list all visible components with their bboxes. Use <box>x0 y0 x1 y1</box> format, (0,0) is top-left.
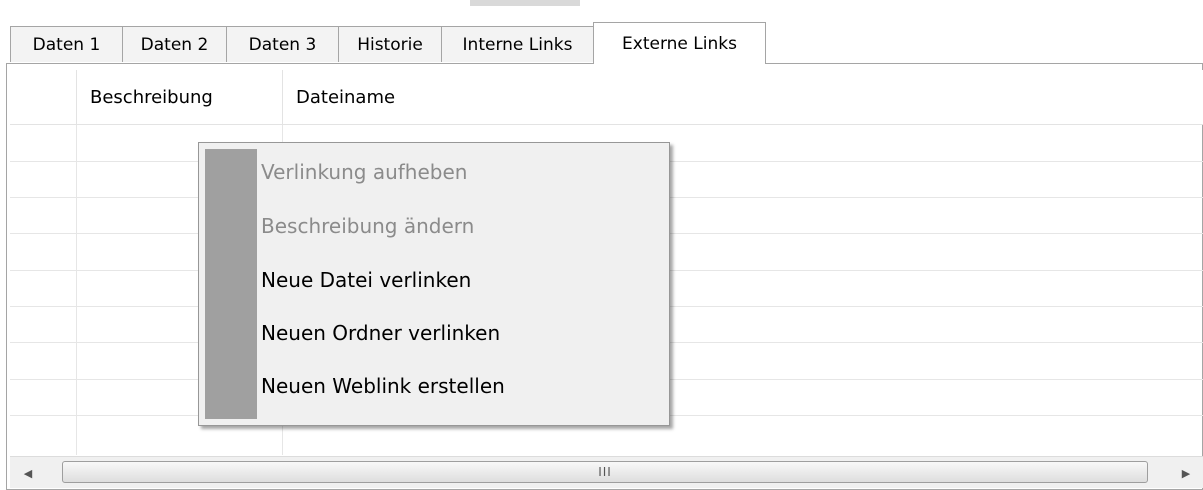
menu-item-neuen-ordner-verlinken[interactable]: Neuen Ordner verlinken <box>261 316 661 350</box>
context-menu-gutter <box>205 149 257 419</box>
menu-item-beschreibung-aendern[interactable]: Beschreibung ändern <box>261 209 661 243</box>
context-menu: Verlinkung aufheben Beschreibung ändern … <box>198 142 670 426</box>
column-separator[interactable] <box>282 70 283 124</box>
menu-item-neuen-weblink-erstellen[interactable]: Neuen Weblink erstellen <box>261 369 661 403</box>
tab-interne-links[interactable]: Interne Links <box>441 26 594 62</box>
menu-item-neue-datei-verlinken[interactable]: Neue Datei verlinken <box>261 263 661 297</box>
row-header-separator <box>76 70 77 124</box>
tab-daten-3[interactable]: Daten 3 <box>226 26 339 62</box>
menu-item-verlinkung-aufheben[interactable]: Verlinkung aufheben <box>261 155 661 189</box>
top-strip-edge <box>470 0 580 6</box>
tab-historie[interactable]: Historie <box>338 26 442 62</box>
tab-externe-links[interactable]: Externe Links <box>593 22 766 64</box>
scrollbar-thumb[interactable]: III <box>62 461 1148 483</box>
tab-bar: Daten 1 Daten 2 Daten 3 Historie Interne… <box>0 22 1203 64</box>
scroll-right-arrow-icon[interactable]: ▶ <box>1176 463 1196 483</box>
column-header-dateiname[interactable]: Dateiname <box>296 70 395 124</box>
scroll-left-arrow-icon[interactable]: ◀ <box>18 463 38 483</box>
tab-daten-1[interactable]: Daten 1 <box>10 26 123 62</box>
top-strip <box>0 0 1203 18</box>
grid-header: Beschreibung Dateiname <box>10 70 1203 125</box>
tab-daten-2[interactable]: Daten 2 <box>122 26 227 62</box>
horizontal-scrollbar[interactable]: ◀ III ▶ <box>10 456 1203 488</box>
row-header-gridline <box>76 125 77 455</box>
scrollbar-grip: III <box>598 465 612 479</box>
column-header-beschreibung[interactable]: Beschreibung <box>90 70 213 124</box>
